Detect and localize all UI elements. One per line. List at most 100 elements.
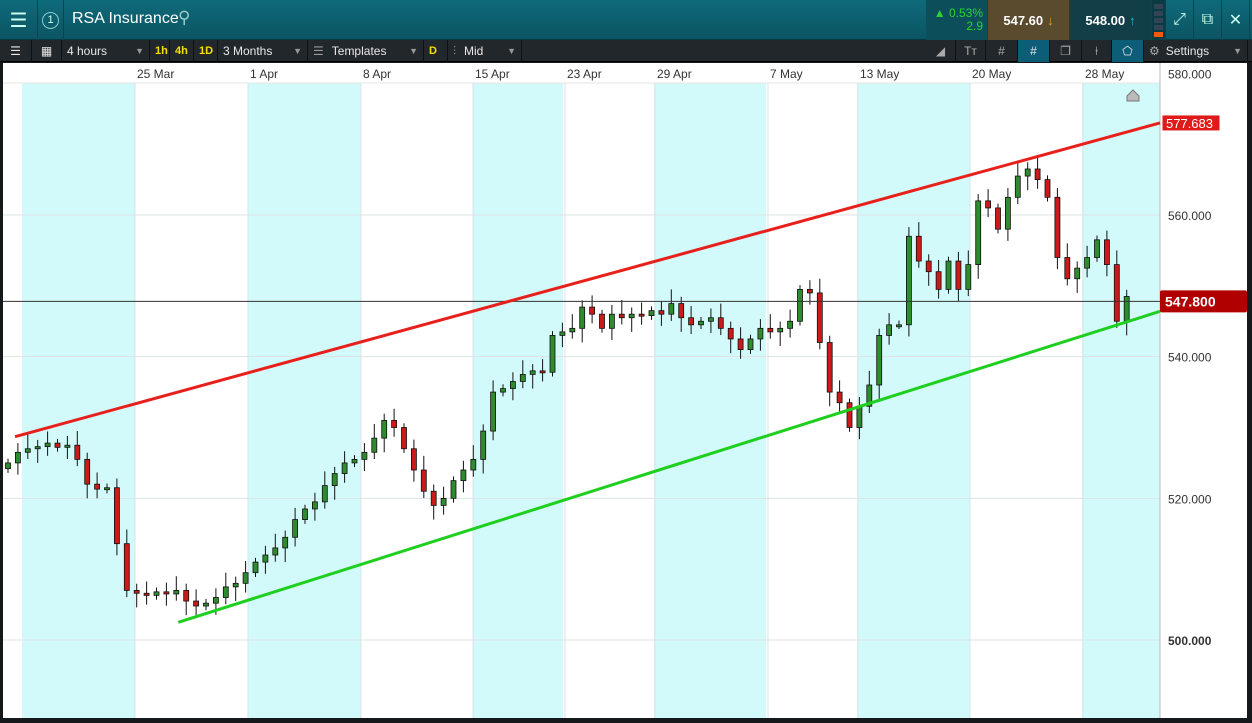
- candle-body: [34, 446, 41, 450]
- down-arrow-icon: ↓: [1047, 12, 1054, 28]
- range-select[interactable]: 3 Months ▼: [218, 40, 308, 62]
- candle-body: [995, 207, 1001, 230]
- candle: [995, 203, 1001, 234]
- candle-body: [609, 313, 615, 329]
- layout-icon[interactable]: ▦: [32, 40, 62, 62]
- candle: [797, 285, 803, 326]
- candle-body: [896, 324, 902, 328]
- text-icon[interactable]: Tт: [956, 40, 986, 62]
- candle: [232, 576, 239, 602]
- candle-body: [1064, 257, 1071, 280]
- candle-body: [529, 370, 536, 375]
- candle: [371, 423, 378, 460]
- candle-body: [787, 320, 793, 329]
- price-type-select[interactable]: ⫶ Mid ▼: [448, 40, 522, 62]
- candle-body: [153, 591, 160, 596]
- candle: [787, 309, 793, 338]
- candle-body: [480, 430, 487, 460]
- candle-body: [381, 420, 388, 439]
- candle-body: [836, 391, 843, 404]
- candlestick-chart[interactable]: 25 Mar 1 Apr 8 Apr 15 Apr 23 Apr 29 Apr 7 May 1…: [3, 63, 1247, 718]
- templates-button[interactable]: ☰ Templates ▼: [308, 40, 424, 62]
- candle-body: [1044, 179, 1051, 198]
- candle-body: [1113, 264, 1120, 322]
- candle-body: [430, 490, 437, 506]
- candle-body: [935, 271, 942, 290]
- candle-body: [1024, 168, 1031, 177]
- candle-body: [599, 313, 605, 329]
- candle-body: [579, 306, 586, 329]
- d-button[interactable]: D: [424, 40, 448, 62]
- expand-icon[interactable]: ⤢: [1166, 0, 1194, 40]
- candle-body: [123, 543, 130, 591]
- candle: [391, 408, 398, 437]
- candle: [193, 589, 200, 616]
- popout-icon[interactable]: ⧉: [1194, 0, 1222, 40]
- candle: [401, 423, 407, 454]
- candle: [420, 455, 427, 498]
- candle-body: [173, 590, 180, 595]
- crosshair-icon[interactable]: ⍿: [1082, 40, 1112, 62]
- candle-body: [985, 200, 991, 209]
- candle-body: [24, 448, 31, 453]
- candle: [203, 598, 209, 611]
- snap-grid-icon[interactable]: #: [1018, 40, 1050, 62]
- search-icon[interactable]: ⚲: [178, 8, 190, 28]
- candle-body: [133, 590, 140, 594]
- date-label: 15 Apr: [475, 67, 510, 81]
- candle-body: [262, 554, 269, 563]
- candle-body: [737, 338, 744, 350]
- date-label: 20 May: [972, 67, 1011, 81]
- candle-body: [816, 292, 823, 343]
- candle-body: [658, 310, 665, 315]
- interval-4h[interactable]: 4h: [170, 40, 194, 62]
- candle-body: [361, 451, 368, 460]
- candle: [153, 587, 160, 600]
- candle: [1064, 243, 1071, 286]
- layers-icon[interactable]: ❐: [1050, 40, 1082, 62]
- candle-body: [717, 317, 724, 329]
- date-label: 29 Apr: [657, 67, 692, 81]
- buy-button[interactable]: 548.00 ↑: [1070, 0, 1152, 40]
- candle: [450, 476, 457, 503]
- candle: [1024, 162, 1031, 191]
- list-icon[interactable]: ☰: [0, 40, 32, 62]
- candle-body: [797, 288, 803, 322]
- grid-icon[interactable]: #: [986, 40, 1018, 62]
- candle-body: [955, 260, 962, 290]
- candle-body: [727, 327, 734, 340]
- interval-1h[interactable]: 1h: [150, 40, 170, 62]
- link-group-badge: 1: [42, 11, 59, 29]
- candle-body: [74, 444, 81, 460]
- candle-body: [282, 536, 289, 549]
- sell-button[interactable]: 547.60 ↓: [988, 0, 1070, 40]
- menu-button[interactable]: ☰: [0, 0, 38, 40]
- date-label: 7 May: [770, 67, 803, 81]
- candle-body: [341, 462, 348, 474]
- candle-body: [569, 327, 576, 333]
- candle: [173, 576, 180, 601]
- candle-body: [886, 324, 892, 336]
- price-chart[interactable]: 25 Mar 1 Apr 8 Apr 15 Apr 23 Apr 29 Apr 7 May 1…: [3, 63, 1247, 718]
- instrument-header: ☰ 1 RSA Insurance ⚲ ▲ 0.53% 2.9 547.60 ↓ …: [0, 0, 1252, 40]
- candle-body: [1074, 267, 1081, 280]
- interval-1d[interactable]: 1D: [194, 40, 218, 62]
- settings-button[interactable]: ⚙ Settings ▼: [1144, 40, 1248, 62]
- candle-body: [1104, 239, 1110, 266]
- candle-body: [589, 306, 595, 315]
- candle-body: [1054, 196, 1061, 258]
- draw-icon[interactable]: ◢: [926, 40, 956, 62]
- candle: [816, 278, 823, 350]
- candle-body: [509, 381, 516, 389]
- close-icon[interactable]: ✕: [1222, 0, 1250, 40]
- interval-select[interactable]: 4 hours ▼: [62, 40, 150, 62]
- candle-body: [64, 444, 71, 448]
- candle-body: [539, 370, 546, 374]
- instrument-name[interactable]: RSA Insurance: [72, 10, 179, 28]
- current-price-tag: 547.800: [1160, 290, 1247, 313]
- link-group-button[interactable]: 1: [38, 0, 64, 40]
- candle-body: [163, 591, 170, 595]
- candle-body: [321, 485, 328, 503]
- candle-body: [490, 391, 497, 432]
- label-icon[interactable]: ⬠: [1112, 40, 1144, 62]
